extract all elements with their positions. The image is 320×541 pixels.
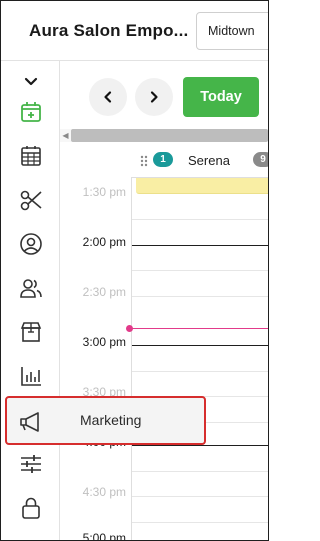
previous-day-button[interactable] [89,78,127,116]
store-icon[interactable] [18,319,44,345]
calendar-grid-icon[interactable] [18,143,44,169]
grid-line [132,371,268,372]
toolbar-overflow-button[interactable] [268,77,269,117]
time-label-2-00: 2:00 pm [82,235,126,249]
horizontal-scrollbar[interactable] [71,129,268,142]
calendar-add-icon[interactable] [18,99,44,125]
grid-line [132,270,268,271]
staff-column-header[interactable]: 1 Serena 9 [131,142,268,178]
schedule-grid[interactable] [131,178,268,540]
chevron-down-icon[interactable] [18,69,44,95]
time-label-1-30: 1:30 pm [82,185,126,199]
chevron-left-icon [104,91,112,103]
today-button[interactable]: Today [183,77,259,117]
grid-line [132,522,268,523]
next-staff-badge: 9 [253,152,268,167]
staff-name: Serena [188,153,230,168]
megaphone-icon [20,412,39,432]
time-label-3-00: 3:00 pm [82,335,126,349]
users-icon[interactable] [18,275,44,301]
location-label: Midtown [208,24,255,38]
sidebar-item-marketing[interactable]: Marketing [5,396,206,445]
grid-line [132,496,268,497]
grid-line [132,245,268,246]
bar-chart-icon[interactable] [18,363,44,389]
lock-icon[interactable] [18,495,44,521]
scroll-left-arrow[interactable]: ◀ [60,129,71,142]
drag-handle-icon[interactable] [140,155,148,167]
grid-line [132,296,268,297]
app-window: Aura Salon Empo... Midtown Today ◀ 1 Ser… [0,0,269,541]
time-label-2-30: 2:30 pm [82,285,126,299]
salon-name[interactable]: Aura Salon Empo... [29,21,188,41]
appointment-block[interactable] [136,178,268,194]
grid-line [132,445,268,446]
chevron-right-icon [150,91,158,103]
staff-count-badge: 1 [153,152,173,167]
grid-line [132,219,268,220]
sidebar [1,61,60,540]
grid-line [132,345,268,346]
location-selector[interactable]: Midtown [196,12,268,50]
time-label-5-00: 5:00 pm [82,531,126,541]
sliders-icon[interactable] [18,451,44,477]
scissors-icon[interactable] [18,187,44,213]
current-time-line [132,328,268,329]
app-header: Aura Salon Empo... Midtown [1,1,268,61]
marketing-tooltip-label: Marketing [80,412,142,428]
grid-line [132,471,268,472]
time-label-4-30: 4:30 pm [82,485,126,499]
next-day-button[interactable] [135,78,173,116]
current-time-marker [126,325,133,332]
calendar-toolbar: Today [60,61,268,129]
user-circle-icon[interactable] [18,231,44,257]
